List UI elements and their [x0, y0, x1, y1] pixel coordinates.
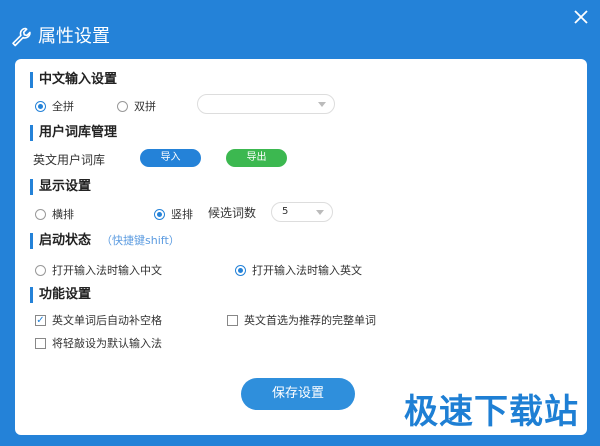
radio-indicator: [117, 100, 128, 112]
checkbox-prefer-complete-label: 英文首选为推荐的完整单词: [244, 314, 376, 327]
candidates-count-value: 5: [282, 206, 289, 217]
radio-indicator: [235, 264, 246, 276]
radio-shuangpin-label: 双拼: [134, 100, 156, 113]
radio-startup-chinese[interactable]: 打开输入法时输入中文: [35, 262, 162, 278]
radio-indicator: [154, 208, 165, 220]
shortcut-hint: （快捷键shift）: [101, 234, 180, 247]
save-settings-button[interactable]: 保存设置: [241, 378, 355, 410]
checkbox-set-default-label: 将轻敲设为默认输入法: [52, 337, 162, 350]
export-button[interactable]: 导出: [226, 149, 287, 167]
radio-vertical[interactable]: 竖排: [154, 206, 193, 222]
radio-quanpin-label: 全拼: [52, 100, 74, 113]
radio-vertical-label: 竖排: [171, 208, 193, 221]
radio-quanpin[interactable]: 全拼: [35, 98, 74, 114]
wrench-icon: [12, 27, 31, 47]
section-title-startup: 启动状态 （快捷键shift）: [30, 233, 180, 249]
radio-startup-chinese-label: 打开输入法时输入中文: [52, 264, 162, 277]
radio-horizontal[interactable]: 横排: [35, 206, 74, 222]
title-bar: 属性设置: [0, 0, 600, 58]
checkbox-box: [35, 337, 46, 349]
startup-title-text: 启动状态: [39, 233, 92, 248]
checkbox-box: [227, 314, 238, 326]
shuangpin-scheme-select[interactable]: [197, 94, 335, 114]
radio-indicator: [35, 208, 46, 220]
checkbox-auto-space-label: 英文单词后自动补空格: [52, 314, 162, 327]
radio-indicator: [35, 264, 46, 276]
radio-indicator: [35, 100, 46, 112]
checkbox-prefer-complete[interactable]: 英文首选为推荐的完整单词: [227, 312, 376, 328]
radio-horizontal-label: 横排: [52, 208, 74, 221]
section-title-features: 功能设置: [30, 287, 91, 303]
window-title: 属性设置: [38, 26, 110, 47]
checkbox-auto-space[interactable]: ✓ 英文单词后自动补空格: [35, 312, 162, 328]
radio-startup-english-label: 打开输入法时输入英文: [252, 264, 362, 277]
chevron-down-icon: [318, 102, 326, 107]
section-title-chinese-input: 中文输入设置: [30, 72, 117, 88]
english-user-dict-label: 英文用户词库: [33, 153, 106, 167]
import-button[interactable]: 导入: [140, 149, 201, 167]
checkbox-set-default[interactable]: 将轻敲设为默认输入法: [35, 335, 162, 351]
chevron-down-icon: [316, 210, 324, 215]
settings-panel: 中文输入设置 全拼 双拼 用户词库管理 英文用户词库 导入 导出 显示设置 横排…: [15, 59, 587, 435]
candidates-count-label: 候选词数: [208, 206, 257, 220]
checkbox-box-checked: ✓: [35, 314, 46, 326]
radio-shuangpin[interactable]: 双拼: [117, 98, 156, 114]
section-title-display: 显示设置: [30, 179, 91, 195]
section-title-user-dict: 用户词库管理: [30, 125, 117, 141]
candidates-count-select[interactable]: 5: [271, 202, 333, 222]
radio-startup-english[interactable]: 打开输入法时输入英文: [235, 262, 362, 278]
close-icon[interactable]: [572, 8, 590, 26]
watermark-logo: 极速下载站: [404, 392, 579, 432]
